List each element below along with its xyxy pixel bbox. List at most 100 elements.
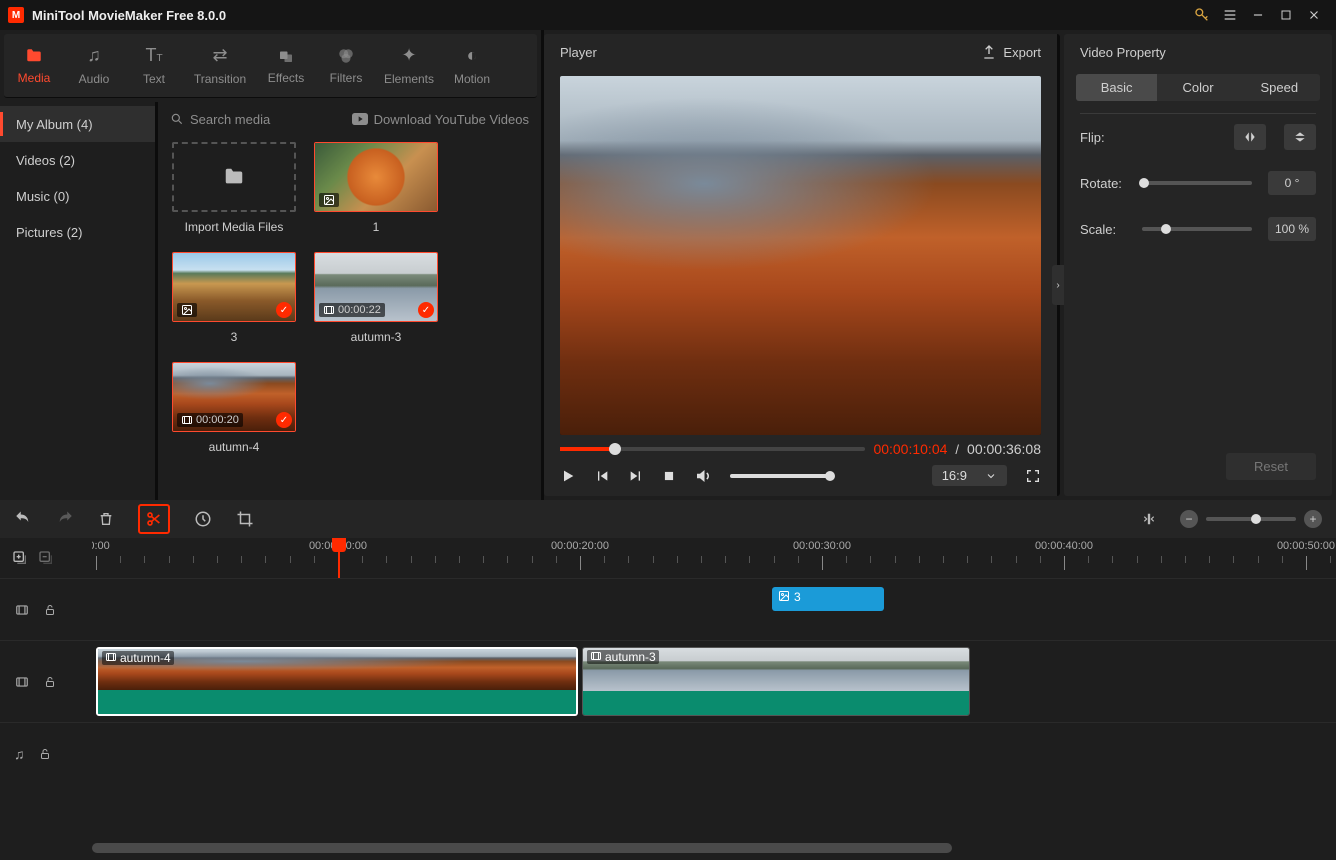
properties-panel: › Video Property Basic Color Speed Flip:… xyxy=(1064,34,1332,496)
crop-button[interactable] xyxy=(236,510,254,528)
export-icon xyxy=(981,44,997,60)
media-item[interactable]: 00:00:20 ✓ autumn-4 xyxy=(172,362,296,454)
image-icon xyxy=(778,590,790,602)
add-track-button[interactable] xyxy=(12,550,28,566)
rotate-slider[interactable] xyxy=(1142,181,1252,185)
sidebar-item-label: My Album (4) xyxy=(16,117,93,132)
video-track-icon xyxy=(14,675,30,689)
toolbar-transition[interactable]: ⇄ Transition xyxy=(184,34,256,97)
filters-icon xyxy=(337,47,355,65)
play-button[interactable] xyxy=(560,468,576,484)
sidebar-item-pictures[interactable]: Pictures (2) xyxy=(0,214,155,250)
speed-button[interactable] xyxy=(194,510,212,528)
timeline-clip-image[interactable]: 3 xyxy=(772,587,884,611)
zoom-in-button[interactable]: + xyxy=(1304,510,1322,528)
undo-button[interactable] xyxy=(14,510,32,528)
tab-color[interactable]: Color xyxy=(1157,74,1238,101)
rotate-value[interactable]: 0 ° xyxy=(1268,171,1316,195)
timeline-scrollbar[interactable] xyxy=(0,840,1336,856)
remove-track-button[interactable] xyxy=(38,550,54,566)
close-button[interactable] xyxy=(1300,1,1328,29)
sidebar-item-music[interactable]: Music (0) xyxy=(0,178,155,214)
upgrade-key-icon[interactable] xyxy=(1188,1,1216,29)
sidebar-item-videos[interactable]: Videos (2) xyxy=(0,142,155,178)
import-media-button[interactable]: Import Media Files xyxy=(172,142,296,234)
search-icon xyxy=(170,112,184,126)
main-toolbar: Media ♫ Audio TT Text ⇄ Transition Effec… xyxy=(4,34,537,98)
redo-button[interactable] xyxy=(56,510,74,528)
menu-icon[interactable] xyxy=(1216,1,1244,29)
check-icon: ✓ xyxy=(276,412,292,428)
player-seekbar[interactable] xyxy=(560,447,865,451)
delete-button[interactable] xyxy=(98,510,114,528)
import-label: Import Media Files xyxy=(185,220,284,234)
youtube-icon xyxy=(352,113,368,125)
toolbar-label: Transition xyxy=(194,72,246,86)
toolbar-media[interactable]: Media xyxy=(4,34,64,97)
fullscreen-button[interactable] xyxy=(1025,468,1041,484)
toolbar-motion[interactable]: ◐ Motion xyxy=(442,34,502,97)
timeline-clip-video-2[interactable]: autumn-3 xyxy=(582,647,970,716)
toolbar-text[interactable]: TT Text xyxy=(124,34,184,97)
video-track-icon xyxy=(14,603,30,617)
transition-icon: ⇄ xyxy=(212,45,227,66)
sidebar-item-label: Videos (2) xyxy=(16,153,75,168)
audio-track-icon: ♫ xyxy=(14,746,25,762)
lock-icon[interactable] xyxy=(39,747,51,761)
player-panel: Player Export 00:00:10:04 / 00:00:36:08 xyxy=(544,34,1060,496)
effects-icon xyxy=(277,47,295,65)
check-icon: ✓ xyxy=(418,302,434,318)
next-button[interactable] xyxy=(628,468,644,484)
download-youtube-label: Download YouTube Videos xyxy=(374,112,529,127)
timeline-ruler[interactable]: 00:0000:00:10:0000:00:20:0000:00:30:0000… xyxy=(92,538,1336,578)
media-item-label: autumn-4 xyxy=(209,440,260,454)
volume-icon[interactable] xyxy=(694,467,712,485)
scale-value[interactable]: 100 % xyxy=(1268,217,1316,241)
clip-label: 3 xyxy=(794,590,801,604)
zoom-slider[interactable] xyxy=(1206,517,1296,521)
lock-icon[interactable] xyxy=(44,675,56,689)
minimize-button[interactable] xyxy=(1244,1,1272,29)
stop-button[interactable] xyxy=(662,469,676,483)
timeline-track-audio: ♫ xyxy=(0,722,1336,784)
motion-icon: ◐ xyxy=(467,45,478,66)
prev-button[interactable] xyxy=(594,468,610,484)
flip-vertical-button[interactable] xyxy=(1284,124,1316,150)
snap-icon[interactable] xyxy=(1142,511,1156,527)
toolbar-effects[interactable]: Effects xyxy=(256,34,316,97)
split-button[interactable] xyxy=(138,504,170,534)
export-button[interactable]: Export xyxy=(981,44,1041,60)
aspect-ratio-select[interactable]: 16:9 xyxy=(932,465,1007,486)
time-total: 00:00:36:08 xyxy=(967,441,1041,457)
media-item[interactable]: ✓ 3 xyxy=(172,252,296,344)
toolbar-filters[interactable]: Filters xyxy=(316,34,376,97)
image-icon xyxy=(177,303,197,317)
media-item[interactable]: 00:00:22 ✓ autumn-3 xyxy=(314,252,438,344)
media-item[interactable]: 1 xyxy=(314,142,438,234)
toolbar-label: Effects xyxy=(268,71,304,85)
player-viewport[interactable] xyxy=(560,76,1041,435)
folder-icon xyxy=(24,47,44,65)
toolbar-audio[interactable]: ♫ Audio xyxy=(64,34,124,97)
toolbar-label: Text xyxy=(143,72,165,86)
sidebar-item-label: Pictures (2) xyxy=(16,225,82,240)
tab-speed[interactable]: Speed xyxy=(1239,74,1320,101)
volume-slider[interactable] xyxy=(730,474,830,478)
maximize-button[interactable] xyxy=(1272,1,1300,29)
reset-button[interactable]: Reset xyxy=(1226,453,1316,480)
sidebar-item-myalbum[interactable]: My Album (4) xyxy=(0,106,155,142)
tab-basic[interactable]: Basic xyxy=(1076,74,1157,101)
app-logo-icon: M xyxy=(8,7,24,23)
scale-slider[interactable] xyxy=(1142,227,1252,231)
timeline: − + 00:0000:00:10:0000:00:20:0000:00:30:… xyxy=(0,500,1336,860)
toolbar-elements[interactable]: ✦ Elements xyxy=(376,34,442,97)
flip-horizontal-button[interactable] xyxy=(1234,124,1266,150)
lock-icon[interactable] xyxy=(44,603,56,617)
rotate-label: Rotate: xyxy=(1080,176,1132,191)
collapse-properties-button[interactable]: › xyxy=(1052,265,1064,305)
download-youtube-link[interactable]: Download YouTube Videos xyxy=(352,112,529,127)
search-input[interactable]: Search media xyxy=(170,112,352,127)
timeline-clip-video-1[interactable]: autumn-4 xyxy=(96,647,578,716)
zoom-out-button[interactable]: − xyxy=(1180,510,1198,528)
clip-label: autumn-3 xyxy=(605,650,656,664)
